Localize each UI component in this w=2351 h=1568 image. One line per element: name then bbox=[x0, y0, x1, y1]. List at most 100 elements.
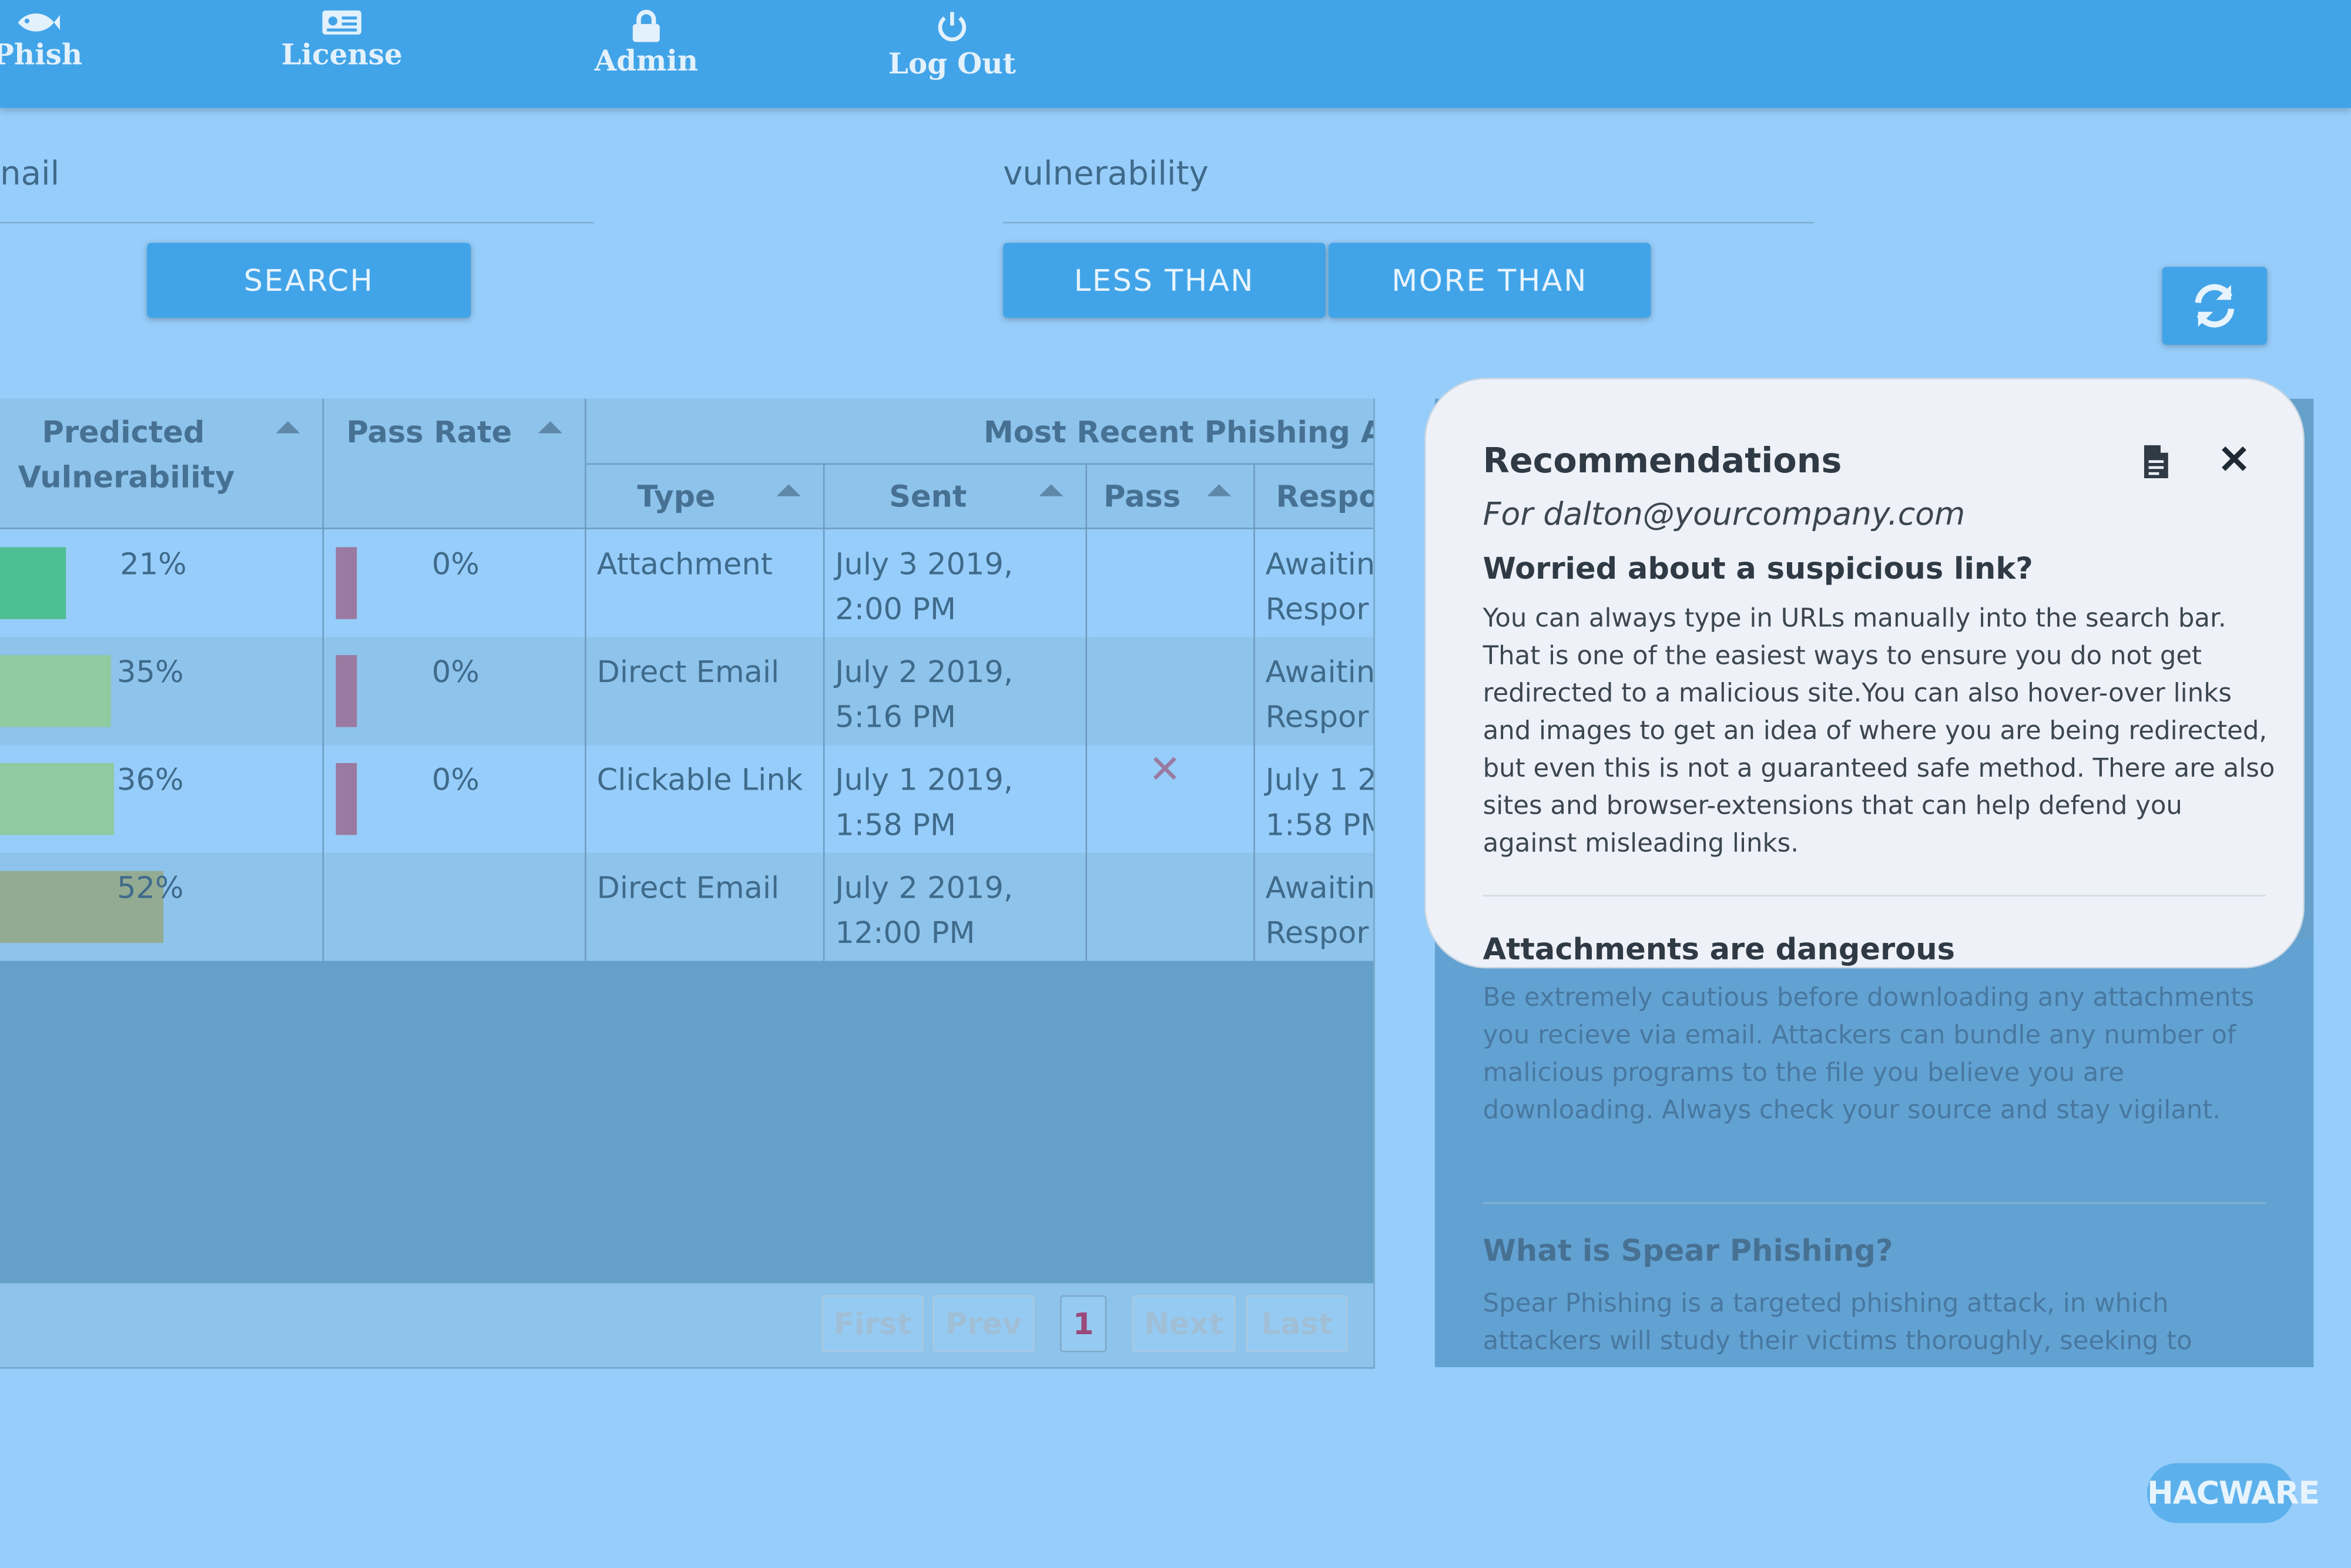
header-divider bbox=[586, 463, 1374, 465]
header-response[interactable]: Respo bbox=[1276, 478, 1373, 514]
vulnerability-value: 21% bbox=[120, 545, 187, 582]
nav-item-license[interactable]: License bbox=[237, 9, 447, 72]
recommendations-overflow: Be extremely cautious before downloading… bbox=[1434, 938, 2314, 1368]
less-than-button[interactable]: LESS THAN bbox=[1003, 243, 1326, 318]
search-button[interactable]: SEARCH bbox=[147, 243, 471, 318]
pass-rate-bar bbox=[336, 655, 357, 727]
header-sent[interactable]: Sent bbox=[889, 478, 967, 514]
column-divider bbox=[1085, 463, 1087, 961]
nav-item-phish[interactable]: Phish bbox=[0, 9, 142, 72]
attachments-body: Be extremely cautious before downloading… bbox=[1483, 983, 2255, 1126]
type-value: Clickable Link bbox=[596, 761, 803, 798]
response-line-1: Awaitin bbox=[1265, 653, 1375, 690]
vulnerability-bar bbox=[0, 763, 114, 835]
more-than-button[interactable]: MORE THAN bbox=[1328, 243, 1651, 318]
nav-item-logout[interactable]: Log Out bbox=[847, 9, 1057, 81]
sort-pass-icon[interactable] bbox=[1207, 484, 1231, 496]
sent-date: July 2 2019, bbox=[835, 869, 1014, 906]
vulnerability-value: 52% bbox=[117, 869, 184, 906]
column-divider bbox=[585, 398, 586, 961]
column-divider bbox=[322, 398, 324, 961]
top-nav: Phish License Admin Log Out bbox=[0, 0, 2351, 108]
pass-rate-bar bbox=[336, 547, 357, 619]
pass-rate-value: 0% bbox=[431, 653, 479, 690]
column-divider bbox=[823, 463, 825, 961]
recommendations-recipient: For dalton@yourcompany.com bbox=[1483, 496, 1966, 532]
results-table: Predicted Vulnerability Pass Rate Most R… bbox=[0, 398, 1375, 1369]
close-icon[interactable] bbox=[2219, 444, 2249, 479]
vulnerability-bar bbox=[0, 547, 66, 619]
header-type[interactable]: Type bbox=[637, 478, 715, 514]
sort-pass-rate-icon[interactable] bbox=[538, 421, 562, 434]
fail-x-icon: ✕ bbox=[1148, 748, 1182, 793]
pass-rate-bar bbox=[336, 763, 357, 835]
table-row[interactable]: 21% 0% Attachment July 3 2019, 2:00 PM A… bbox=[0, 529, 1375, 637]
pass-rate-value: 0% bbox=[431, 545, 479, 582]
suspicious-link-body: You can always type in URLs manually int… bbox=[1483, 604, 2275, 859]
nav-label-phish: Phish bbox=[0, 39, 83, 72]
response-line-1: Awaitin bbox=[1265, 869, 1375, 906]
section-divider bbox=[1483, 895, 2266, 897]
header-most-recent: Most Recent Phishing At bbox=[983, 414, 1375, 450]
hacware-logo: HACWARE bbox=[2147, 1463, 2320, 1523]
email-search-field[interactable]: nail bbox=[0, 150, 594, 224]
app-stage: Phish License Admin Log Out nail SEARCH … bbox=[0, 0, 2351, 1568]
id-card-icon bbox=[322, 10, 361, 35]
response-line-1: July 1 2 bbox=[1265, 761, 1375, 798]
sort-vulnerability-icon[interactable] bbox=[276, 421, 300, 434]
column-divider bbox=[1253, 463, 1255, 961]
recommendations-title: Recommendations bbox=[1483, 442, 1842, 482]
section-divider bbox=[1483, 1202, 2266, 1204]
response-line-2: Respor bbox=[1265, 699, 1369, 735]
vulnerability-field[interactable]: vulnerability bbox=[1003, 150, 1815, 224]
sent-date: July 3 2019, bbox=[835, 545, 1014, 582]
prev-page-button[interactable]: Prev bbox=[933, 1295, 1035, 1352]
current-page-button[interactable]: 1 bbox=[1060, 1295, 1107, 1352]
vulnerability-value: 36% bbox=[117, 761, 184, 798]
header-pass-rate[interactable]: Pass Rate bbox=[346, 414, 512, 449]
table-row[interactable]: 52% Direct Email July 2 2019, 12:00 PM A… bbox=[0, 852, 1375, 961]
spear-phishing-body: Spear Phishing is a targeted phishing at… bbox=[1483, 1289, 2192, 1357]
document-icon[interactable] bbox=[2141, 444, 2171, 485]
type-value: Attachment bbox=[596, 545, 773, 582]
table-row[interactable]: 35% 0% Direct Email July 2 2019, 5:16 PM… bbox=[0, 637, 1375, 746]
sent-date: July 1 2019, bbox=[835, 761, 1014, 798]
pass-rate-value: 0% bbox=[431, 761, 479, 798]
spear-phishing-heading: What is Spear Phishing? bbox=[1483, 1232, 1893, 1268]
header-predicted[interactable]: Predicted bbox=[42, 414, 204, 449]
type-value: Direct Email bbox=[596, 869, 780, 906]
vulnerability-bar bbox=[0, 655, 111, 727]
vulnerability-value: 35% bbox=[117, 653, 184, 690]
sent-time: 1:58 PM bbox=[835, 806, 956, 843]
table-row[interactable]: 36% 0% Clickable Link July 1 2019, 1:58 … bbox=[0, 745, 1375, 853]
sent-date: July 2 2019, bbox=[835, 653, 1014, 690]
refresh-button[interactable] bbox=[2162, 267, 2268, 345]
sent-time: 5:16 PM bbox=[835, 699, 956, 735]
recommendations-card: Recommendations For dalton@yourcompany.c… bbox=[1426, 379, 2303, 967]
fish-icon bbox=[18, 13, 61, 32]
response-line-1: Awaitin bbox=[1265, 545, 1375, 582]
response-line-2: Respor bbox=[1265, 914, 1369, 951]
next-page-button[interactable]: Next bbox=[1132, 1295, 1236, 1352]
nav-label-logout: Log Out bbox=[888, 48, 1016, 81]
power-icon bbox=[938, 12, 967, 42]
sort-type-icon[interactable] bbox=[776, 484, 801, 496]
nav-label-license: License bbox=[281, 39, 403, 72]
lock-icon bbox=[632, 9, 660, 42]
header-pass[interactable]: Pass bbox=[1104, 478, 1180, 514]
suspicious-link-heading: Worried about a suspicious link? bbox=[1483, 550, 2033, 586]
nav-item-admin[interactable]: Admin bbox=[541, 9, 751, 78]
header-vulnerability[interactable]: Vulnerability bbox=[18, 459, 235, 495]
attachments-heading: Attachments are dangerous bbox=[1483, 931, 1955, 967]
last-page-button[interactable]: Last bbox=[1246, 1295, 1348, 1352]
type-value: Direct Email bbox=[596, 653, 780, 690]
response-line-2: Respor bbox=[1265, 590, 1369, 627]
sent-time: 2:00 PM bbox=[835, 590, 956, 627]
sent-time: 12:00 PM bbox=[835, 914, 975, 951]
first-page-button[interactable]: First bbox=[821, 1295, 924, 1352]
pagination-bar: First Prev 1 Next Last bbox=[0, 1283, 1374, 1368]
response-line-2: 1:58 PM bbox=[1265, 806, 1375, 843]
refresh-icon bbox=[2195, 284, 2235, 328]
sort-sent-icon[interactable] bbox=[1039, 484, 1064, 496]
table-header: Predicted Vulnerability Pass Rate Most R… bbox=[0, 398, 1375, 529]
